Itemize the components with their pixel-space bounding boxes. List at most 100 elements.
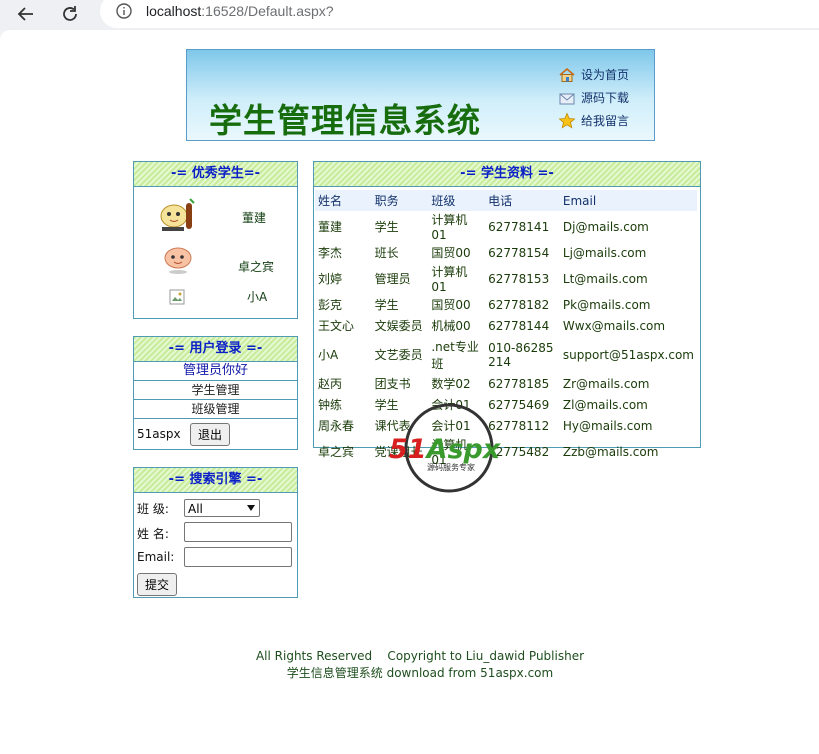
cell-role: 学生 [374, 298, 399, 312]
user-login-panel: -= 用户登录 =- 管理员你好 学生管理 班级管理 51aspx 退出 [133, 336, 298, 450]
student-management-link[interactable]: 学生管理 [134, 381, 297, 400]
column-header-phone: 电话 [485, 190, 560, 211]
browser-toolbar: localhost:16528/Default.aspx? [0, 0, 819, 30]
source-download-link[interactable]: 源码下载 [558, 86, 629, 109]
email-input[interactable] [184, 547, 292, 567]
reload-icon [63, 6, 77, 21]
cell-name: 彭克 [318, 298, 343, 312]
student-name[interactable]: 董建 [242, 209, 266, 226]
cell-role: 学生 [374, 220, 399, 234]
column-header-email: Email [559, 190, 697, 211]
cell-class: 数学02 [431, 377, 471, 391]
cell-phone: 62778141 [488, 219, 550, 234]
cell-email: Zr@mails.com [562, 376, 650, 391]
address-bar[interactable]: localhost:16528/Default.aspx? [100, 0, 819, 28]
cell-email: Lj@mails.com [562, 245, 647, 260]
user-login-heading: -= 用户登录 =- [134, 337, 297, 362]
source-download-label: 源码下载 [581, 91, 630, 105]
footer: All Rights Reserved Copyright to Liu_daw… [0, 648, 819, 682]
username: 51aspx [137, 427, 181, 441]
class-select[interactable]: All [184, 499, 260, 517]
admin-greeting: 管理员你好 [134, 362, 297, 381]
site-banner: 学生管理信息系统 设为首页 源码下载 给我留言 [186, 49, 655, 141]
cell-email: Pk@mails.com [562, 297, 651, 312]
student-name[interactable]: 卓之宾 [238, 258, 274, 275]
cell-email: Hy@mails.com [562, 418, 653, 433]
column-header-name: 姓名 [315, 190, 372, 211]
cell-email: support@51aspx.com [562, 347, 694, 362]
login-user-row: 51aspx 退出 [134, 419, 297, 447]
cell-email: Wwx@mails.com [562, 318, 666, 333]
table-row: 小A 文艺委员 .net专业班 010-86285214 support@51aspx.… [315, 336, 697, 373]
class-label: 班 级: [137, 502, 169, 516]
cell-name: 李杰 [318, 246, 343, 260]
search-engine-panel: -= 搜索引擎 =- 班 级: All 姓 名: Email: 提交 [133, 467, 298, 598]
email-label: Email: [137, 550, 175, 564]
watermark-logo: 51Aspx 源码服务专家 [389, 403, 502, 493]
watermark-tagline: 源码服务专家 [427, 462, 475, 472]
list-item: 小A [134, 283, 297, 317]
cell-class: 国贸00 [431, 246, 471, 260]
cell-role: 班长 [374, 246, 399, 260]
leave-message-link[interactable]: 给我留言 [558, 109, 629, 132]
broken-image-icon [169, 289, 185, 305]
student-avatar-icon [160, 198, 195, 231]
class-select-value: All [188, 502, 203, 516]
set-homepage-link[interactable]: 设为首页 [558, 63, 629, 86]
cell-class: 计算机01 [431, 213, 468, 242]
cell-phone: 62778154 [488, 245, 550, 260]
cell-email: Lt@mails.com [562, 271, 648, 286]
table-row: 赵丙 团支书 数学02 62778185 Zr@mails.com [315, 373, 697, 394]
url-host: localhost [146, 3, 202, 19]
column-header-role: 职务 [371, 190, 429, 211]
cell-role: 管理员 [374, 272, 411, 286]
set-homepage-label: 设为首页 [581, 68, 630, 82]
cell-class: 计算机01 [431, 265, 468, 294]
leave-message-label: 给我留言 [581, 114, 630, 128]
back-button[interactable] [14, 2, 38, 26]
home-icon [559, 67, 575, 82]
excellent-students-heading: -= 优秀学生=- [134, 162, 297, 187]
table-row: 彭克 学生 国贸00 62778182 Pk@mails.com [315, 294, 697, 315]
cell-phone: 62778144 [488, 318, 550, 333]
cell-name: 董建 [318, 220, 343, 234]
cell-class: 机械00 [431, 319, 471, 333]
student-avatar-icon [164, 247, 192, 274]
submit-button[interactable]: 提交 [137, 573, 178, 596]
cell-name: 钟练 [318, 398, 343, 412]
cell-phone: 62778153 [488, 271, 550, 286]
logout-button[interactable]: 退出 [190, 423, 231, 446]
watermark-brand: 51Aspx [389, 434, 502, 465]
cell-role: 团支书 [374, 377, 411, 391]
cell-name: 赵丙 [318, 377, 343, 391]
table-header-row: 姓名 职务 班级 电话 Email [315, 190, 697, 211]
site-info-icon[interactable] [116, 3, 132, 19]
excellent-students-panel: -= 优秀学生=- 董建 卓之宾 小A [133, 161, 298, 319]
copyright-text: All Rights Reserved Copyright to Liu_daw… [255, 649, 585, 663]
url-text[interactable]: localhost:16528/Default.aspx? [146, 3, 334, 19]
table-row: 李杰 班长 国贸00 62778154 Lj@mails.com [315, 242, 697, 263]
list-item: 董建 [134, 187, 297, 239]
url-path: :16528/Default.aspx? [201, 3, 334, 19]
mail-icon [559, 93, 575, 104]
download-text: 学生信息管理系统 download from 51aspx.com [286, 666, 554, 680]
student-name[interactable]: 小A [247, 288, 267, 305]
cell-phone: 62778185 [488, 376, 550, 391]
table-row: 刘婷 管理员 计算机01 62778153 Lt@mails.com [315, 263, 697, 294]
cell-name: 卓之宾 [318, 445, 355, 459]
cell-email: Dj@mails.com [562, 219, 649, 234]
cell-name: 王文心 [318, 319, 355, 333]
cell-name: 周永春 [318, 419, 355, 433]
reload-button[interactable] [58, 2, 82, 26]
search-engine-heading: -= 搜索引擎 =- [134, 468, 297, 493]
student-info-heading: -= 学生资料 =- [314, 162, 700, 187]
class-management-link[interactable]: 班级管理 [134, 400, 297, 419]
cell-phone: 010-86285214 [488, 340, 554, 369]
cell-email: Zl@mails.com [562, 397, 648, 412]
cell-role: 文艺委员 [374, 348, 423, 362]
name-input[interactable] [184, 522, 292, 542]
cell-class: .net专业班 [431, 339, 479, 371]
table-row: 董建 学生 计算机01 62778141 Dj@mails.com [315, 211, 697, 242]
cell-role: 文娱委员 [374, 319, 423, 333]
chevron-down-icon [247, 505, 255, 511]
